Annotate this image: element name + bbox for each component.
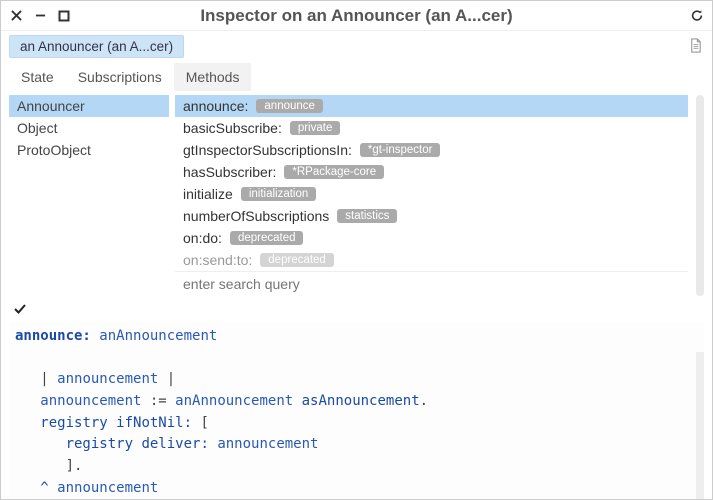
protocol-badge: *gt-inspector bbox=[360, 143, 441, 157]
inspector-window: Inspector on an Announcer (an A...cer) a… bbox=[0, 0, 713, 500]
protocol-badge: deprecated bbox=[260, 253, 334, 267]
minimize-icon[interactable] bbox=[33, 9, 47, 23]
method-name: basicSubscribe: bbox=[183, 120, 282, 136]
protocol-badge: private bbox=[290, 121, 341, 135]
page-icon[interactable] bbox=[688, 38, 704, 54]
method-name: on:send:to: bbox=[183, 252, 252, 268]
method-row[interactable]: on:send:to: deprecated bbox=[175, 249, 688, 271]
breadcrumb[interactable]: an Announcer (an A...cer) bbox=[9, 35, 184, 58]
protocol-badge: initialization bbox=[241, 187, 316, 201]
titlebar: Inspector on an Announcer (an A...cer) bbox=[1, 1, 712, 31]
main-split: Announcer Object ProtoObject announce: a… bbox=[1, 91, 712, 296]
method-row[interactable]: initialize initialization bbox=[175, 183, 688, 205]
search-input[interactable] bbox=[175, 271, 688, 296]
tab-state[interactable]: State bbox=[9, 63, 66, 91]
tabs: State Subscriptions Methods bbox=[1, 61, 712, 91]
breadcrumb-row: an Announcer (an A...cer) bbox=[1, 31, 712, 61]
window-title: Inspector on an Announcer (an A...cer) bbox=[79, 6, 634, 26]
selector: announce: bbox=[15, 328, 91, 344]
method-name: numberOfSubscriptions bbox=[183, 208, 329, 224]
class-row[interactable]: Announcer bbox=[9, 95, 169, 117]
argument: anAnnouncement bbox=[99, 328, 217, 344]
method-row[interactable]: basicSubscribe: private bbox=[175, 117, 688, 139]
method-name: on:do: bbox=[183, 230, 222, 246]
protocol-badge: *RPackage-core bbox=[284, 165, 384, 179]
method-row-selected[interactable]: announce: announce bbox=[175, 95, 688, 117]
close-icon[interactable] bbox=[9, 9, 23, 23]
method-name: gtInspectorSubscriptionsIn: bbox=[183, 142, 352, 158]
tab-methods[interactable]: Methods bbox=[174, 63, 252, 91]
maximize-icon[interactable] bbox=[57, 9, 71, 23]
method-row[interactable]: on:do: deprecated bbox=[175, 227, 688, 249]
protocol-badge: announce bbox=[256, 99, 323, 113]
class-list: Announcer Object ProtoObject bbox=[9, 95, 169, 296]
method-name: hasSubscriber: bbox=[183, 164, 276, 180]
class-row[interactable]: Object bbox=[9, 117, 169, 139]
code-area: announce: anAnnouncement | announcement … bbox=[1, 296, 712, 499]
method-name: announce: bbox=[183, 98, 248, 114]
refresh-icon[interactable] bbox=[690, 9, 704, 23]
tab-subscriptions[interactable]: Subscriptions bbox=[66, 63, 174, 91]
method-row[interactable]: gtInspectorSubscriptionsIn: *gt-inspecto… bbox=[175, 139, 688, 161]
source-code[interactable]: announce: anAnnouncement | announcement … bbox=[9, 322, 704, 499]
code-scrollbar[interactable] bbox=[696, 352, 704, 499]
checkmark-icon bbox=[9, 302, 704, 322]
method-row[interactable]: hasSubscriber: *RPackage-core bbox=[175, 161, 688, 183]
method-row[interactable]: numberOfSubscriptions statistics bbox=[175, 205, 688, 227]
method-list: announce: announce basicSubscribe: priva… bbox=[175, 95, 688, 296]
method-name: initialize bbox=[183, 186, 233, 202]
class-row[interactable]: ProtoObject bbox=[9, 139, 169, 161]
protocol-badge: statistics bbox=[337, 209, 397, 223]
scrollbar[interactable] bbox=[694, 95, 704, 296]
protocol-badge: deprecated bbox=[230, 231, 304, 245]
